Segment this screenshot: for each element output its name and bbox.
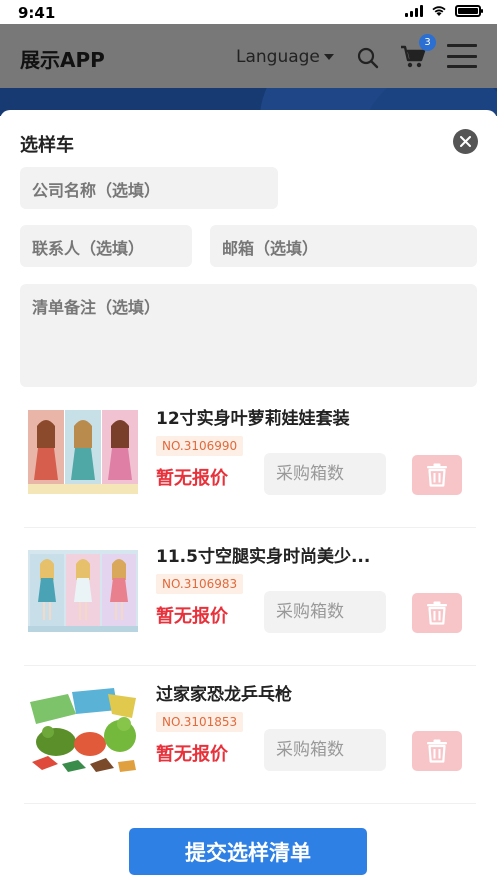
- product-name: 11.5寸空腿实身时尚美少...: [156, 547, 371, 567]
- email-placeholder: 邮箱（选填）: [222, 239, 319, 258]
- product-name: 过家家恐龙乒乓枪: [156, 685, 292, 705]
- sheet-title: 选样车: [20, 135, 74, 156]
- delete-button[interactable]: [412, 731, 462, 771]
- close-button[interactable]: [453, 129, 478, 154]
- contact-person-field[interactable]: 联系人（选填）: [20, 225, 192, 267]
- close-icon: [460, 136, 471, 147]
- cart-button[interactable]: 3: [400, 34, 436, 72]
- price-label: 暂无报价: [156, 744, 228, 765]
- price-label: 暂无报价: [156, 468, 228, 489]
- cart-count-badge: 3: [419, 34, 436, 51]
- status-bar: 9:41: [0, 0, 497, 24]
- contact-person-placeholder: 联系人（选填）: [32, 239, 145, 258]
- search-icon[interactable]: [356, 46, 380, 70]
- language-selector[interactable]: Language: [236, 47, 334, 67]
- price-label: 暂无报价: [156, 606, 228, 627]
- product-code: NO.3106990: [156, 436, 244, 456]
- company-name-placeholder: 公司名称（选填）: [32, 181, 161, 200]
- notes-placeholder: 清单备注（选填）: [32, 298, 161, 317]
- product-code: NO.3106983: [156, 574, 244, 594]
- notes-textarea[interactable]: 清单备注（选填）: [20, 284, 477, 387]
- email-field[interactable]: 邮箱（选填）: [210, 225, 477, 267]
- status-time: 9:41: [18, 4, 56, 22]
- app-header: 展示APP Language 3: [0, 24, 497, 88]
- signal-icon: [405, 5, 423, 17]
- menu-icon[interactable]: [447, 44, 477, 68]
- battery-icon: [455, 5, 483, 17]
- wifi-icon: [432, 6, 446, 16]
- product-thumbnail[interactable]: [28, 546, 138, 636]
- caret-down-icon: [323, 54, 334, 60]
- product-code: NO.3101853: [156, 712, 244, 732]
- product-thumbnail[interactable]: [28, 408, 138, 498]
- app-name: 展示APP: [20, 48, 105, 72]
- cart-item: 过家家恐龙乒乓枪 NO.3101853 暂无报价: [24, 674, 476, 804]
- quantity-input[interactable]: [264, 453, 386, 495]
- delete-button[interactable]: [412, 455, 462, 495]
- quantity-input[interactable]: [264, 591, 386, 633]
- language-label: Language: [236, 47, 320, 67]
- trash-icon: [427, 739, 447, 763]
- trash-icon: [427, 601, 447, 625]
- company-name-field[interactable]: 公司名称（选填）: [20, 167, 278, 209]
- submit-sample-list-button[interactable]: 提交选样清单: [129, 828, 367, 875]
- cart-item: 12寸实身叶萝莉娃娃套装 NO.3106990 暂无报价: [24, 398, 476, 528]
- delete-button[interactable]: [412, 593, 462, 633]
- cart-item: 11.5寸空腿实身时尚美少... NO.3106983 暂无报价: [24, 536, 476, 666]
- trash-icon: [427, 463, 447, 487]
- product-name: 12寸实身叶萝莉娃娃套装: [156, 409, 350, 429]
- status-icons: [405, 5, 483, 17]
- product-thumbnail[interactable]: [28, 684, 138, 774]
- sample-cart-sheet: 选样车 公司名称（选填） 联系人（选填） 邮箱（选填） 清单备注（选填） 12寸…: [0, 110, 497, 883]
- quantity-input[interactable]: [264, 729, 386, 771]
